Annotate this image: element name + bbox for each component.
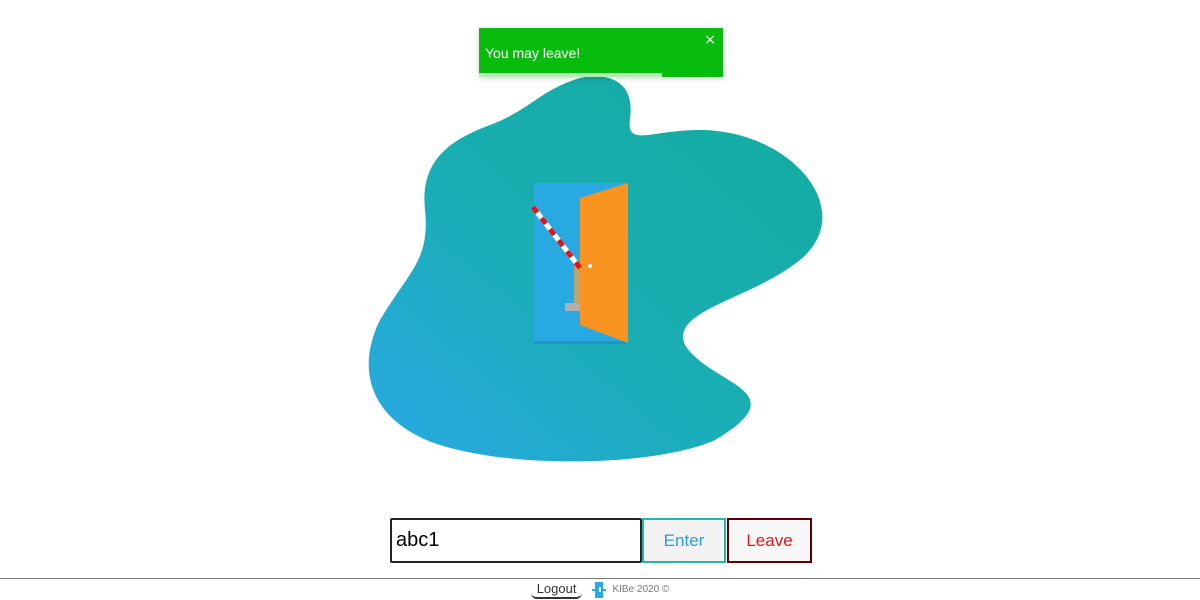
floor-mark [565, 303, 580, 311]
access-form: Enter Leave [390, 518, 812, 563]
door-panel [580, 183, 628, 343]
door-knob [588, 264, 592, 268]
copyright-text: KIBe 2020 © [612, 584, 670, 595]
door-illustration [368, 76, 823, 462]
enter-button[interactable]: Enter [642, 518, 726, 563]
toast-progress-bar [479, 73, 662, 77]
leave-button[interactable]: Leave [727, 518, 812, 563]
footer: Logout KIBe 2020 © [0, 579, 1200, 600]
toast-message: You may leave! [485, 45, 581, 61]
close-icon[interactable]: × [704, 32, 716, 48]
door-shadow [534, 341, 628, 344]
toast-notification: You may leave! × [479, 28, 723, 77]
logout-link[interactable]: Logout [530, 581, 583, 599]
door-logo-icon [592, 581, 607, 598]
code-input[interactable] [390, 518, 642, 563]
page: You may leave! × Enter Leave [0, 0, 1200, 600]
